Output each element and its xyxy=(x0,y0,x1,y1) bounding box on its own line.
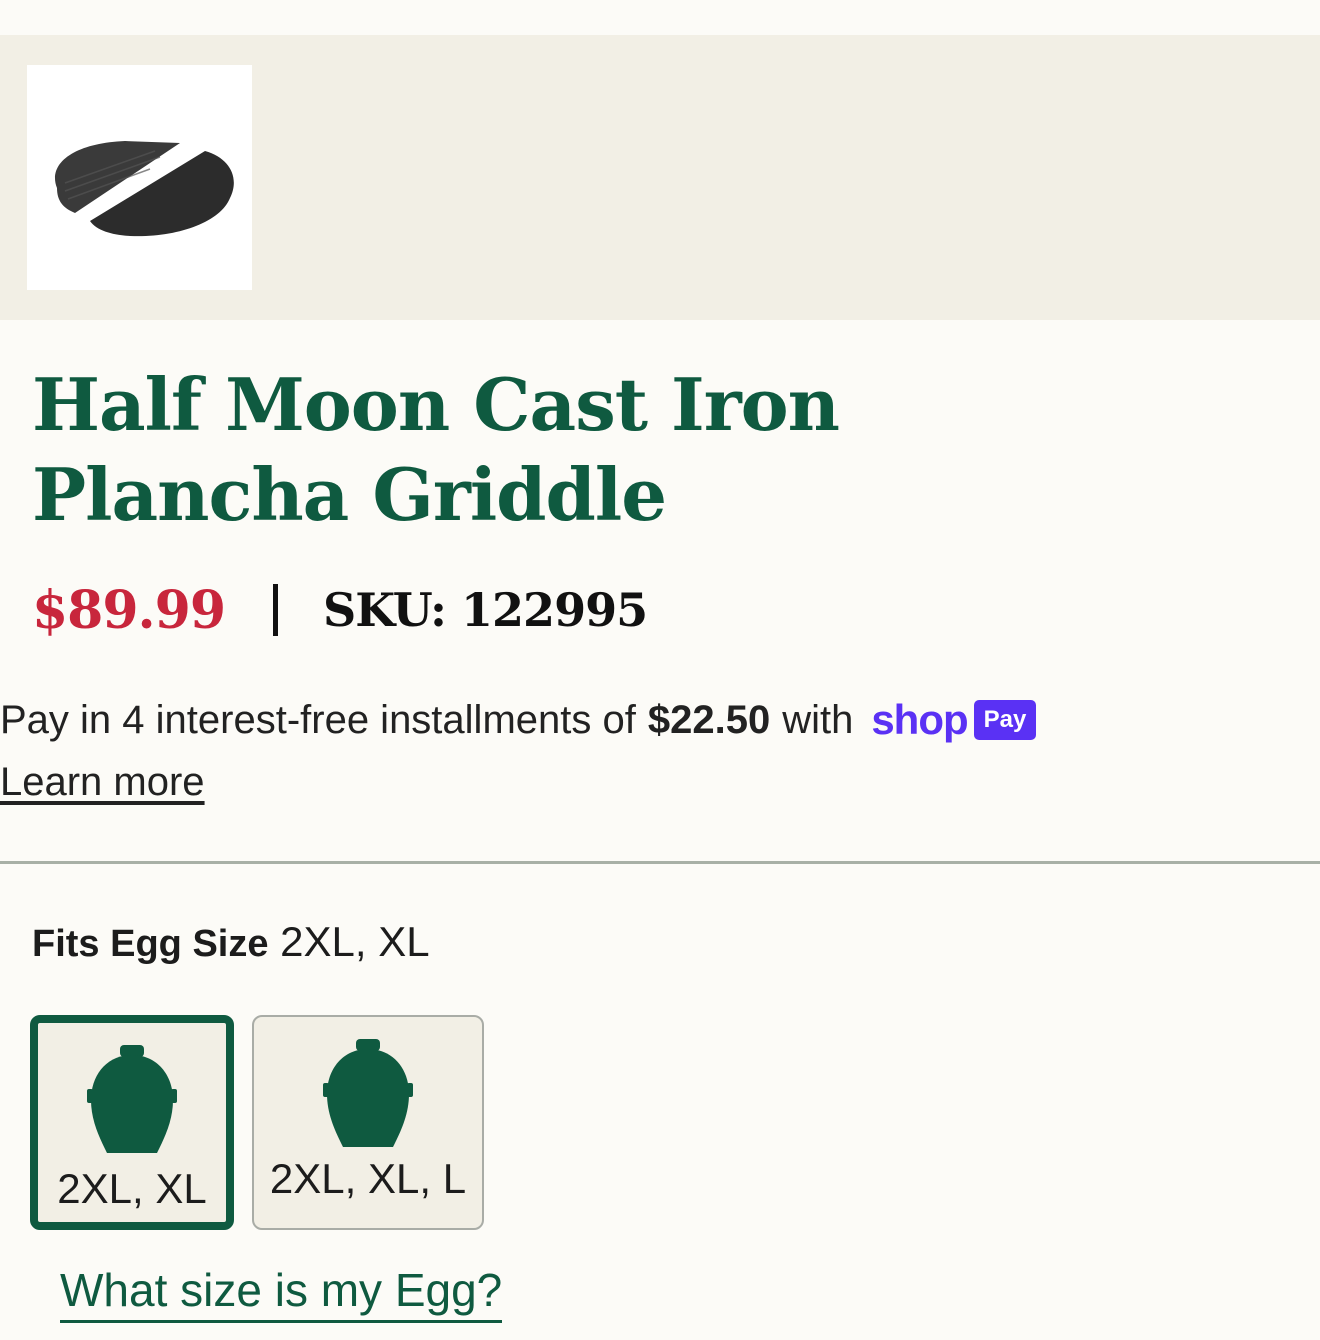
price-row: $89.99 SKU: 122995 xyxy=(32,578,648,642)
fits-egg-size-value: 2XL, XL xyxy=(280,918,430,965)
installments-message: Pay in 4 interest-free installments of $… xyxy=(0,694,1037,746)
installments-text: Pay in 4 interest-free installments of xyxy=(0,698,636,742)
fits-egg-size-label: Fits Egg Size xyxy=(32,923,269,965)
size-option-label: 2XL, XL, L xyxy=(269,1155,467,1202)
installments-with: with xyxy=(782,698,854,742)
product-sku: SKU: 122995 xyxy=(323,583,648,637)
shop-pay-badge: Pay xyxy=(973,700,1037,740)
griddle-thumbnail-icon xyxy=(54,140,234,236)
shop-pay-wordmark: shop xyxy=(871,696,968,743)
size-option-2xl-xl[interactable]: 2XL, XL xyxy=(30,1015,234,1230)
learn-more-link[interactable]: Learn more xyxy=(0,756,205,808)
fits-egg-size: Fits Egg Size 2XL, XL xyxy=(32,916,430,970)
what-size-egg-link[interactable]: What size is my Egg? xyxy=(60,1262,503,1323)
product-detail-page: Half Moon Cast Iron Plancha Griddle $89.… xyxy=(0,0,1320,1340)
section-divider xyxy=(0,861,1320,864)
product-title: Half Moon Cast Iron Plancha Griddle xyxy=(32,362,840,537)
price-sku-divider xyxy=(273,584,279,636)
size-option-label: 2XL, XL xyxy=(57,1165,207,1212)
product-price: $89.99 xyxy=(32,579,226,641)
shop-pay-logo: shop Pay xyxy=(871,694,1037,746)
size-option-2xl-xl-l[interactable]: 2XL, XL, L xyxy=(252,1015,484,1230)
egg-icon xyxy=(323,1039,413,1147)
installment-amount: $22.50 xyxy=(647,698,771,742)
product-thumbnail-strip xyxy=(0,35,1320,320)
egg-icon xyxy=(87,1045,177,1153)
product-thumbnail[interactable] xyxy=(27,65,252,290)
